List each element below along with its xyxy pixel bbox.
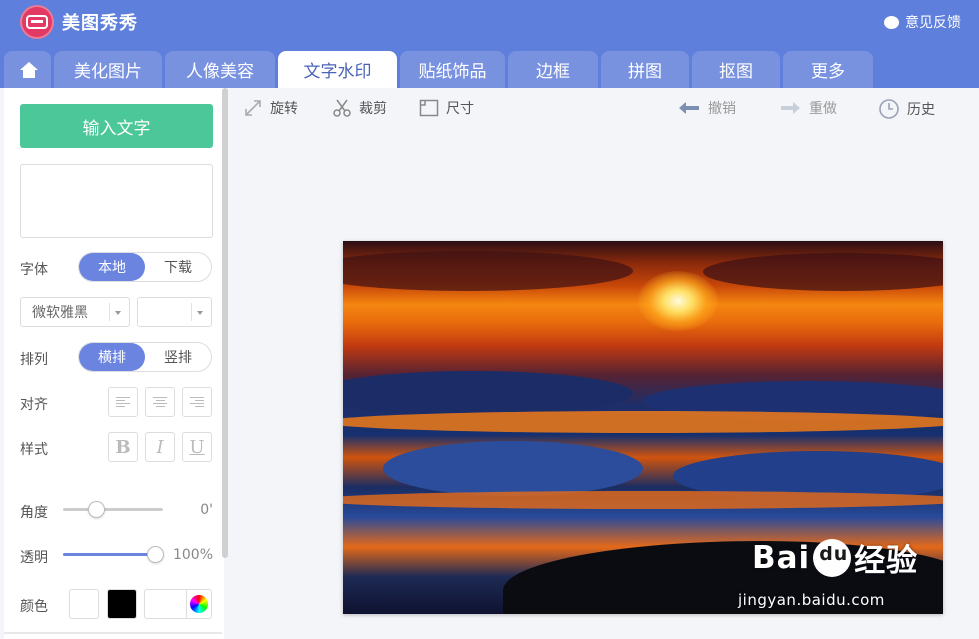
font-size-select[interactable] — [137, 297, 212, 327]
arrow-left-icon — [679, 102, 699, 114]
font-family-select[interactable]: 微软雅黑 — [20, 297, 130, 327]
chevron-down-icon — [115, 311, 121, 315]
font-family-value: 微软雅黑 — [32, 305, 88, 321]
feedback-label: 意见反馈 — [905, 15, 961, 31]
align-center-icon — [153, 397, 167, 407]
size-button[interactable]: 尺寸 — [419, 98, 474, 118]
color-label: 颜色 — [20, 599, 48, 615]
baidu-paw-logo — [813, 538, 852, 577]
tab-home[interactable] — [4, 51, 51, 88]
arrow-right-icon — [781, 102, 800, 114]
opacity-value: 100% — [172, 547, 213, 563]
tab-portrait[interactable]: 人像美容 — [165, 51, 275, 88]
align-left-icon — [116, 397, 130, 407]
undo-label: 撤销 — [708, 101, 736, 117]
clock-icon — [879, 99, 899, 119]
app-logo — [20, 5, 54, 39]
align-left-button[interactable] — [108, 387, 138, 417]
align-center-button[interactable] — [145, 387, 175, 417]
angle-value: 0' — [200, 502, 213, 518]
crop-button[interactable]: 裁剪 — [332, 98, 387, 118]
font-label: 字体 — [20, 262, 48, 278]
opacity-slider-fill — [63, 553, 155, 556]
main-tabs: 美化图片 人像美容 文字水印 贴纸饰品 边框 拼图 抠图 更多 — [4, 51, 876, 88]
angle-label: 角度 — [20, 505, 48, 521]
horizontal-option[interactable]: 横排 — [79, 343, 145, 371]
tab-collage[interactable]: 拼图 — [601, 51, 689, 88]
sun — [638, 271, 718, 331]
baidu-watermark: Bai 经验 jingyan.baidu.com — [738, 535, 919, 609]
underline-icon: U — [189, 436, 205, 458]
tab-more[interactable]: 更多 — [783, 51, 873, 88]
opacity-slider-handle[interactable] — [147, 546, 164, 563]
rotate-icon — [245, 100, 261, 116]
tab-frames[interactable]: 边框 — [508, 51, 598, 88]
undo-button[interactable]: 撤销 — [677, 98, 736, 118]
chevron-down-icon — [197, 311, 203, 315]
history-label: 历史 — [907, 102, 935, 118]
bold-icon: B — [115, 436, 131, 458]
color-swatch-black[interactable] — [107, 589, 137, 619]
tab-beautify[interactable]: 美化图片 — [54, 51, 162, 88]
vertical-option[interactable]: 竖排 — [145, 343, 211, 371]
input-text-button[interactable]: 输入文字 — [20, 104, 213, 148]
color-wheel-icon — [190, 595, 208, 613]
panel-scrollbar[interactable] — [222, 88, 228, 558]
chat-bubble-icon — [884, 10, 899, 29]
panel-divider — [4, 632, 222, 634]
watermark-brand: Bai — [752, 539, 811, 576]
style-label: 样式 — [20, 442, 48, 458]
scissors-icon — [333, 99, 351, 117]
watermark-brand-suffix: 经验 — [854, 543, 919, 579]
align-right-icon — [190, 397, 204, 407]
custom-color-picker[interactable] — [144, 589, 212, 619]
redo-label: 重做 — [809, 101, 837, 117]
color-swatch-white[interactable] — [69, 589, 99, 619]
rotate-button[interactable]: 旋转 — [243, 98, 298, 118]
feedback-link[interactable]: 意见反馈 — [884, 10, 961, 32]
resize-icon — [419, 99, 439, 117]
opacity-label: 透明 — [20, 550, 48, 566]
font-download-option[interactable]: 下载 — [145, 253, 211, 281]
italic-icon: I — [156, 436, 164, 458]
crop-label: 裁剪 — [359, 101, 387, 117]
watermark-url: jingyan.baidu.com — [738, 591, 885, 609]
align-right-button[interactable] — [182, 387, 212, 417]
arrange-label: 排列 — [20, 352, 48, 368]
align-label: 对齐 — [20, 397, 48, 413]
opacity-slider[interactable] — [63, 546, 164, 563]
bold-button[interactable]: B — [108, 432, 138, 462]
angle-slider-handle[interactable] — [88, 501, 105, 518]
font-source-toggle: 本地 下载 — [78, 252, 212, 282]
tab-stickers[interactable]: 贴纸饰品 — [400, 51, 505, 88]
tab-cutout[interactable]: 抠图 — [692, 51, 780, 88]
underline-button[interactable]: U — [182, 432, 212, 462]
history-button[interactable]: 历史 — [878, 98, 935, 120]
size-label: 尺寸 — [446, 101, 474, 117]
text-settings-panel: 输入文字 字体 本地 下载 微软雅黑 排列 横排 竖排 对齐 样式 B I U … — [4, 88, 224, 639]
text-input[interactable] — [20, 164, 213, 238]
rotate-label: 旋转 — [270, 101, 298, 117]
app-brand: 美图秀秀 — [62, 13, 138, 34]
angle-slider[interactable] — [63, 501, 163, 518]
arrange-toggle: 横排 竖排 — [78, 342, 212, 372]
font-local-option[interactable]: 本地 — [79, 253, 145, 281]
italic-button[interactable]: I — [145, 432, 175, 462]
home-icon — [19, 61, 38, 78]
tab-text-watermark[interactable]: 文字水印 — [278, 51, 397, 88]
redo-button[interactable]: 重做 — [780, 98, 837, 118]
